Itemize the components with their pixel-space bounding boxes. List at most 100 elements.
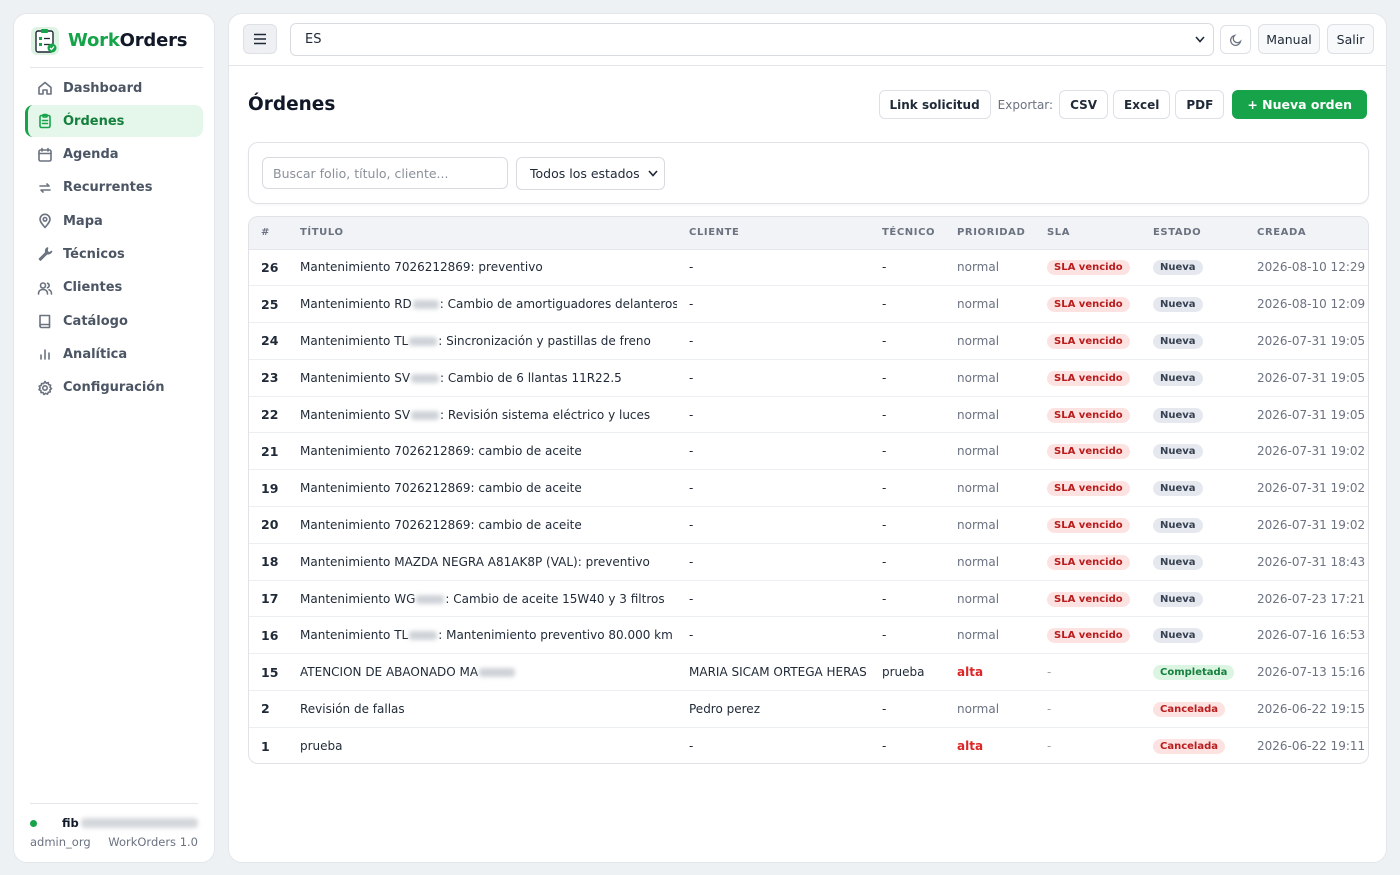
manual-button[interactable]: Manual <box>1258 24 1320 54</box>
column-header[interactable]: TÍTULO <box>288 217 677 250</box>
table-row[interactable]: 25 Mantenimiento RD: Cambio de amortiguad… <box>249 285 1368 324</box>
column-header[interactable]: ESTADO <box>1141 217 1245 250</box>
state-cell: Cancelada <box>1141 727 1245 763</box>
sla-badge: SLA vencido <box>1047 370 1130 386</box>
order-title-text: Mantenimiento RD <box>300 297 412 312</box>
export-excel-button[interactable]: Excel <box>1113 90 1171 119</box>
order-title[interactable]: Mantenimiento 7026212869: cambio de acei… <box>288 432 677 471</box>
table-row[interactable]: 22 Mantenimiento SV: Revisión sistema elé… <box>249 396 1368 434</box>
order-priority: normal <box>945 322 1035 360</box>
table-row[interactable]: 15 ATENCION DE ABAONADO MA MARIA SICAM ORT… <box>249 653 1368 692</box>
table-row[interactable]: 26 Mantenimiento 7026212869: preventivo - -… <box>249 249 1368 287</box>
order-client: - <box>677 396 870 434</box>
redacted-text <box>412 300 439 310</box>
order-id: 16 <box>249 616 288 655</box>
sidebar-item-clientes[interactable]: Clientes <box>25 272 203 304</box>
table-row[interactable]: 18 Mantenimiento MAZDA NEGRA A81AK8P (VAL… <box>249 543 1368 581</box>
order-title[interactable]: Mantenimiento RD: Cambio de amortiguador… <box>288 285 677 324</box>
order-title[interactable]: Mantenimiento 7026212869: cambio de acei… <box>288 506 677 544</box>
order-title[interactable]: ATENCION DE ABAONADO MA <box>288 653 677 692</box>
order-title[interactable]: prueba <box>288 727 677 763</box>
logout-button[interactable]: Salir <box>1327 24 1374 54</box>
order-technician: - <box>870 543 945 581</box>
sidebar-item-agenda[interactable]: Agenda <box>25 139 203 171</box>
sidebar-item-catalogo[interactable]: Catálogo <box>25 305 203 337</box>
column-header[interactable]: # <box>249 217 288 250</box>
calendar-icon <box>38 147 52 162</box>
order-created: 2026-07-31 19:05 <box>1245 359 1368 397</box>
order-client: - <box>677 359 870 397</box>
column-header[interactable]: CREADA <box>1245 217 1368 250</box>
sla-badge: SLA vencido <box>1047 554 1130 570</box>
language-select[interactable]: ES <box>290 23 1214 56</box>
order-priority: normal <box>945 432 1035 471</box>
column-header[interactable]: PRIORIDAD <box>945 217 1035 250</box>
order-id: 15 <box>249 653 288 692</box>
state-filter-value: Todos los estados <box>530 166 640 181</box>
sla-cell: SLA vencido <box>1035 285 1141 324</box>
order-title[interactable]: Mantenimiento 7026212869: preventivo <box>288 249 677 287</box>
table-row[interactable]: 19 Mantenimiento 7026212869: cambio de ac… <box>249 469 1368 508</box>
app-version: WorkOrders 1.0 <box>108 835 198 849</box>
status-badge: Nueva <box>1153 333 1203 349</box>
table-row[interactable]: 2 Revisión de fallas Pedro perez - normal - Ca… <box>249 690 1368 728</box>
order-title-text: Mantenimiento SV <box>300 407 411 422</box>
redacted-text <box>409 336 438 346</box>
theme-toggle-button[interactable] <box>1220 25 1251 54</box>
table-row[interactable]: 21 Mantenimiento 7026212869: cambio de ac… <box>249 432 1368 471</box>
order-title[interactable]: Mantenimiento TL: Sincronización y pasti… <box>288 322 677 360</box>
table-row[interactable]: 1 prueba - - alta - Cancelada 2026-06-22 19:11 <box>249 727 1368 763</box>
hamburger-icon <box>254 33 266 45</box>
order-title-text: Mantenimiento 7026212869: preventivo <box>300 260 543 275</box>
order-title[interactable]: Mantenimiento SV: Cambio de 6 llantas 11… <box>288 359 677 397</box>
sidebar-item-ordenes[interactable]: Órdenes <box>25 105 203 138</box>
sidebar-item-analitica[interactable]: Analítica <box>25 338 203 370</box>
online-status-dot <box>30 819 37 827</box>
table-row[interactable]: 20 Mantenimiento 7026212869: cambio de ac… <box>249 506 1368 544</box>
table-body: 26 Mantenimiento 7026212869: preventivo - -… <box>249 249 1368 763</box>
sidebar-item-dashboard[interactable]: Dashboard <box>25 72 203 104</box>
order-client: - <box>689 739 694 753</box>
redacted-email <box>80 818 198 828</box>
order-title[interactable]: Mantenimiento TL: Mantenimiento preventi… <box>288 616 677 655</box>
sla-badge: SLA vencido <box>1047 517 1130 533</box>
search-input[interactable] <box>262 157 508 189</box>
request-link-button[interactable]: Link solicitud <box>878 90 991 119</box>
export-csv-button[interactable]: CSV <box>1059 90 1109 119</box>
order-title[interactable]: Mantenimiento 7026212869: cambio de acei… <box>288 469 677 508</box>
order-id: 20 <box>249 506 288 544</box>
order-priority: normal <box>945 543 1035 581</box>
column-header[interactable]: SLA <box>1035 217 1141 250</box>
order-technician: - <box>870 616 945 655</box>
state-filter-select[interactable]: Todos los estados <box>516 157 665 190</box>
order-title-text: ATENCION DE ABAONADO MA <box>300 665 479 680</box>
export-pdf-button[interactable]: PDF <box>1175 90 1225 119</box>
order-title[interactable]: Mantenimiento MAZDA NEGRA A81AK8P (VAL):… <box>288 543 677 581</box>
order-id: 19 <box>249 469 288 508</box>
order-technician: - <box>870 690 945 728</box>
brand[interactable]: WorkOrders <box>30 14 203 68</box>
column-header[interactable]: TÉCNICO <box>870 217 945 250</box>
orders-table: # TÍTULO CLIENTE TÉCNICO PRIORIDAD SLA E… <box>248 216 1369 764</box>
state-cell: Nueva <box>1141 543 1245 581</box>
sidebar-item-tecnicos[interactable]: Técnicos <box>25 238 203 270</box>
menu-toggle-button[interactable] <box>243 24 277 54</box>
order-title-suffix: : Mantenimiento preventivo 80.000 km <box>438 628 673 643</box>
order-id: 23 <box>249 359 288 397</box>
order-technician: - <box>870 469 945 508</box>
order-title[interactable]: Mantenimiento WG: Cambio de aceite 15W40… <box>288 580 677 618</box>
sla-badge: SLA vencido <box>1047 260 1130 276</box>
table-row[interactable]: 24 Mantenimiento TL: Sincronización y pas… <box>249 322 1368 360</box>
sidebar-item-mapa[interactable]: Mapa <box>25 205 203 237</box>
new-order-button[interactable]: + Nueva orden <box>1232 90 1367 119</box>
table-row[interactable]: 17 Mantenimiento WG: Cambio de aceite 15W… <box>249 580 1368 618</box>
table-row[interactable]: 23 Mantenimiento SV: Cambio de 6 llantas … <box>249 359 1368 397</box>
sidebar-item-recurrentes[interactable]: Recurrentes <box>25 172 203 204</box>
redacted-text <box>411 373 440 383</box>
order-title[interactable]: Revisión de fallas <box>288 690 677 728</box>
table-row[interactable]: 16 Mantenimiento TL: Mantenimiento preven… <box>249 616 1368 655</box>
order-title[interactable]: Mantenimiento SV: Revisión sistema eléct… <box>288 396 677 434</box>
column-header[interactable]: CLIENTE <box>677 217 870 250</box>
sidebar-item-configuracion[interactable]: Configuración <box>25 372 203 404</box>
order-technician: - <box>870 580 945 618</box>
